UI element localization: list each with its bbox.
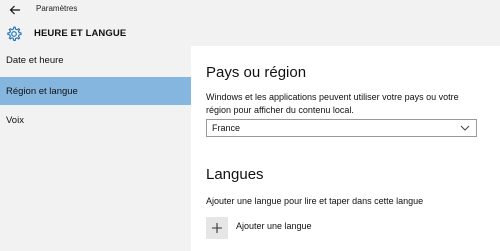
- sidebar-item-label: Région et langue: [6, 85, 78, 97]
- add-language-button[interactable]: [206, 217, 228, 239]
- region-description: Windows et les applications peuvent util…: [206, 91, 496, 116]
- sidebar-item-voix[interactable]: Voix: [0, 106, 191, 134]
- sidebar-item-label: Voix: [6, 114, 24, 126]
- sidebar-item-label: Date et heure: [6, 54, 64, 66]
- plus-icon: [212, 223, 222, 233]
- settings-window: Paramètres HEURE ET LANGUE Date et heure…: [0, 0, 500, 251]
- country-select[interactable]: France: [206, 119, 477, 137]
- region-description-line-2: région pour afficher du contenu local.: [206, 104, 354, 115]
- sidebar: Date et heure Région et langue Voix: [0, 46, 191, 251]
- back-button[interactable]: [6, 2, 24, 18]
- sidebar-item-date-et-heure[interactable]: Date et heure: [0, 46, 191, 74]
- region-heading: Pays ou région: [206, 64, 307, 81]
- main-content: Pays ou région Windows et les applicatio…: [191, 46, 500, 251]
- languages-description: Ajouter une langue pour lire et taper da…: [206, 196, 424, 206]
- chevron-down-icon: [460, 125, 470, 131]
- country-select-value: France: [212, 123, 241, 133]
- section-title: HEURE ET LANGUE: [34, 28, 127, 39]
- window-title: Paramètres: [36, 4, 78, 13]
- region-description-line-1: Windows et les applications peuvent util…: [206, 92, 459, 102]
- add-language-label[interactable]: Ajouter une langue: [236, 221, 312, 231]
- gear-icon: [7, 26, 22, 41]
- sidebar-item-region-et-langue[interactable]: Région et langue: [0, 77, 191, 105]
- languages-heading: Langues: [206, 166, 264, 183]
- title-bar: Paramètres: [0, 0, 500, 21]
- back-arrow-icon: [9, 5, 20, 15]
- sidebar-header: HEURE ET LANGUE: [0, 21, 500, 46]
